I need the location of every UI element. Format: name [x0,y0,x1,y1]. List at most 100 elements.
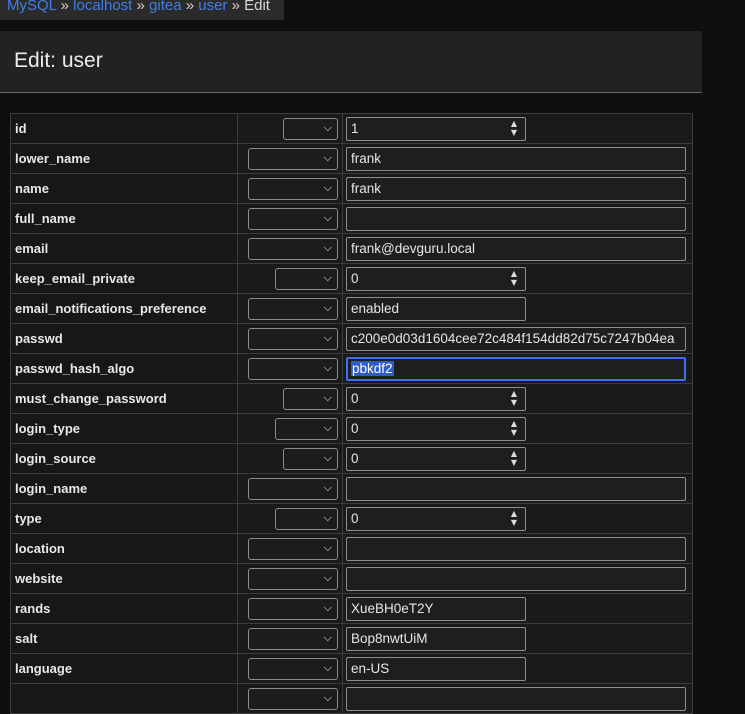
function-select[interactable]: ⌵ [248,537,338,560]
function-select[interactable]: ⌵ [275,417,338,440]
passwd-hash-algo-input[interactable]: pbkdf2 [346,356,686,381]
function-select[interactable]: ⌵ [283,447,338,470]
field-label: login_name [10,473,238,504]
field-label: location [10,533,238,564]
spinner-arrows-icon[interactable]: ▲ ▼ [510,449,518,467]
salt-input[interactable]: Bop8nwtUiM [346,626,526,651]
function-select[interactable]: ⌵ [248,357,338,380]
field-label: rands [10,593,238,624]
location-input[interactable] [346,536,686,561]
field-label: full_name [10,203,238,234]
function-select[interactable]: ⌵ [275,507,338,530]
breadcrumb-mysql[interactable]: MySQL [7,0,56,14]
chevron-down-icon: ⌵ [323,540,332,554]
function-select[interactable]: ⌵ [248,327,338,350]
form-row-type: type ⌵ 0 ▲ ▼ [10,503,693,534]
function-select[interactable]: ⌵ [248,687,338,710]
chevron-down-icon: ⌵ [323,570,332,584]
function-select[interactable]: ⌵ [248,657,338,680]
login-source-input[interactable]: 0 ▲ ▼ [346,446,526,471]
id-input[interactable]: 1 ▲ ▼ [346,116,526,141]
form-row-login-type: login_type ⌵ 0 ▲ ▼ [10,413,693,444]
field-label: keep_email_private [10,263,238,294]
function-select[interactable]: ⌵ [248,237,338,260]
function-select[interactable]: ⌵ [275,267,338,290]
chevron-down-icon: ⌵ [323,120,332,134]
page-header: Edit: user [0,31,702,93]
chevron-down-icon: ⌵ [323,300,332,314]
form-row-email-notifications-preference: email_notifications_preference ⌵ enabled [10,293,693,324]
full-name-input[interactable] [346,206,686,231]
function-select[interactable]: ⌵ [283,387,338,410]
field-label: passwd [10,323,238,354]
field-label: type [10,503,238,534]
field-label: language [10,653,238,684]
name-input[interactable]: frank [346,176,686,201]
field-label: login_source [10,443,238,474]
spinner-arrows-icon[interactable]: ▲ ▼ [510,269,518,287]
form-row-location: location ⌵ [10,533,693,564]
chevron-down-icon: ⌵ [323,630,332,644]
chevron-down-icon: ⌵ [323,660,332,674]
chevron-down-icon: ⌵ [323,330,332,344]
breadcrumb-user[interactable]: user [198,0,227,14]
login-type-input[interactable]: 0 ▲ ▼ [346,416,526,441]
function-select[interactable]: ⌵ [248,477,338,500]
breadcrumb: MySQL » localhost » gitea » user » Edit [0,0,284,20]
passwd-input[interactable]: c200e0d03d1604cee72c484f154dd82d75c7247b… [346,326,686,351]
breadcrumb-localhost[interactable]: localhost [73,0,132,14]
website-input[interactable] [346,566,686,591]
form-row-rands: rands ⌵ XueBH0eT2Y [10,593,693,624]
breadcrumb-separator: » [136,0,145,14]
chevron-down-icon: ⌵ [323,150,332,164]
email-notifications-preference-input[interactable]: enabled [346,296,526,321]
function-select[interactable]: ⌵ [248,177,338,200]
spinner-arrows-icon[interactable]: ▲ ▼ [510,119,518,137]
spinner-arrows-icon[interactable]: ▲ ▼ [510,389,518,407]
chevron-down-icon: ⌵ [323,360,332,374]
function-select[interactable]: ⌵ [248,597,338,620]
form-row-website: website ⌵ [10,563,693,594]
chevron-down-icon: ⌵ [323,480,332,494]
language-input[interactable]: en-US [346,656,526,681]
must-change-password-input[interactable]: 0 ▲ ▼ [346,386,526,411]
email-input[interactable]: frank@devguru.local [346,236,686,261]
chevron-down-icon: ⌵ [323,690,332,704]
field-label: passwd_hash_algo [10,353,238,384]
function-select[interactable]: ⌵ [283,117,338,140]
chevron-down-icon: ⌵ [323,450,332,464]
page-title: Edit: user [14,49,103,72]
breadcrumb-current: Edit [244,0,270,14]
breadcrumb-gitea[interactable]: gitea [149,0,182,14]
form-row-next: ⌵ [10,683,693,714]
form-row-name: name ⌵ frank [10,173,693,204]
next-input[interactable] [346,686,686,711]
chevron-down-icon: ⌵ [323,180,332,194]
chevron-down-icon: ⌵ [323,510,332,524]
function-select[interactable]: ⌵ [248,627,338,650]
field-label: id [10,113,238,144]
chevron-down-icon: ⌵ [323,600,332,614]
edit-form-table: id ⌵ 1 ▲ ▼ lower_name ⌵ frank name ⌵ frank… [10,113,693,714]
chevron-down-icon: ⌵ [323,420,332,434]
form-row-full-name: full_name ⌵ [10,203,693,234]
function-select[interactable]: ⌵ [248,567,338,590]
form-row-must-change-password: must_change_password ⌵ 0 ▲ ▼ [10,383,693,414]
chevron-down-icon: ⌵ [323,270,332,284]
field-label: name [10,173,238,204]
form-row-login-source: login_source ⌵ 0 ▲ ▼ [10,443,693,474]
spinner-arrows-icon[interactable]: ▲ ▼ [510,509,518,527]
chevron-down-icon: ⌵ [323,240,332,254]
field-label [10,683,238,714]
lower-name-input[interactable]: frank [346,146,686,171]
type-input[interactable]: 0 ▲ ▼ [346,506,526,531]
function-select[interactable]: ⌵ [248,207,338,230]
keep-email-private-input[interactable]: 0 ▲ ▼ [346,266,526,291]
form-row-salt: salt ⌵ Bop8nwtUiM [10,623,693,654]
spinner-arrows-icon[interactable]: ▲ ▼ [510,419,518,437]
rands-input[interactable]: XueBH0eT2Y [346,596,526,621]
login-name-input[interactable] [346,476,686,501]
chevron-down-icon: ⌵ [323,390,332,404]
function-select[interactable]: ⌵ [248,147,338,170]
function-select[interactable]: ⌵ [248,297,338,320]
